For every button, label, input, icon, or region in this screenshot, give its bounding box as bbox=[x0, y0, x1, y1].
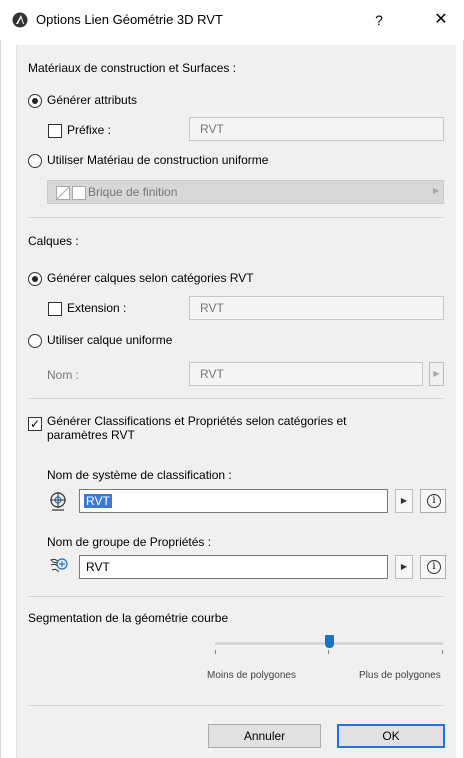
section-divider bbox=[28, 596, 444, 597]
info-icon: i bbox=[427, 494, 441, 508]
chevron-right-icon: ▶ bbox=[433, 186, 440, 195]
max-polygons-label: Plus de polygones bbox=[359, 670, 441, 681]
section-divider bbox=[28, 398, 444, 399]
property-group-menu-button[interactable]: ▶ bbox=[395, 555, 413, 579]
generate-layers-label: Générer calques selon catégories RVT bbox=[47, 271, 254, 285]
close-button[interactable]: ✕ bbox=[430, 8, 452, 32]
classification-icon bbox=[50, 492, 66, 511]
generate-classifications-checkbox[interactable]: ✓ bbox=[28, 417, 42, 431]
property-group-info-button[interactable]: i bbox=[420, 555, 446, 579]
prefix-field[interactable]: RVT bbox=[189, 117, 444, 141]
materials-heading: Matériaux de construction et Surfaces : bbox=[28, 61, 237, 75]
property-group-field[interactable]: RVT bbox=[79, 555, 388, 579]
min-polygons-label: Moins de polygones bbox=[207, 670, 296, 681]
classification-info-button[interactable]: i bbox=[420, 489, 446, 513]
layers-heading: Calques : bbox=[28, 234, 79, 248]
generate-attributes-radio[interactable] bbox=[28, 94, 42, 108]
title-bar: Options Lien Géométrie 3D RVT ? ✕ bbox=[0, 0, 464, 40]
extension-checkbox[interactable] bbox=[48, 302, 62, 316]
classification-system-field[interactable]: RVT bbox=[79, 489, 388, 513]
cancel-button[interactable]: Annuler bbox=[208, 724, 321, 748]
slider-tick bbox=[215, 650, 216, 654]
classification-system-value: RVT bbox=[84, 494, 112, 508]
slider-tick bbox=[328, 650, 329, 654]
material-name: Brique de finition bbox=[88, 185, 178, 199]
archicad-logo-icon bbox=[12, 12, 28, 28]
uniform-material-radio[interactable] bbox=[28, 154, 42, 168]
window-border bbox=[0, 40, 1, 758]
help-button[interactable]: ? bbox=[368, 8, 390, 32]
layer-name-label: Nom : bbox=[47, 368, 80, 382]
window-title: Options Lien Géométrie 3D RVT bbox=[36, 12, 223, 27]
classification-system-label: Nom de système de classification : bbox=[47, 468, 232, 482]
property-group-icon bbox=[50, 558, 68, 573]
layer-picker-button[interactable]: ▶ bbox=[429, 362, 444, 386]
generate-layers-radio[interactable] bbox=[28, 272, 42, 286]
uniform-material-label: Utiliser Matériau de construction unifor… bbox=[47, 153, 269, 167]
material-selector[interactable]: Brique de finition ▶ bbox=[47, 180, 444, 204]
material-swatch-icon bbox=[56, 186, 86, 200]
extension-label: Extension : bbox=[67, 301, 127, 315]
section-divider bbox=[28, 705, 444, 706]
property-group-label: Nom de groupe de Propriétés : bbox=[47, 535, 212, 549]
uniform-layer-label: Utiliser calque uniforme bbox=[47, 333, 173, 347]
classification-system-menu-button[interactable]: ▶ bbox=[395, 489, 413, 513]
dialog-panel bbox=[16, 45, 456, 758]
extension-field[interactable]: RVT bbox=[189, 296, 444, 320]
uniform-layer-radio[interactable] bbox=[28, 334, 42, 348]
layer-name-field[interactable]: RVT bbox=[189, 362, 423, 386]
prefix-checkbox[interactable] bbox=[48, 124, 62, 138]
segmentation-heading: Segmentation de la géométrie courbe bbox=[28, 611, 229, 625]
section-divider bbox=[28, 217, 444, 218]
slider-tick bbox=[442, 650, 443, 654]
info-icon: i bbox=[427, 560, 441, 574]
generate-classifications-label-line2: paramètres RVT bbox=[47, 428, 135, 442]
ok-button[interactable]: OK bbox=[337, 724, 445, 748]
generate-attributes-label: Générer attributs bbox=[47, 93, 138, 107]
prefix-label: Préfixe : bbox=[67, 123, 112, 137]
generate-classifications-label-line1: Générer Classifications et Propriétés se… bbox=[47, 414, 347, 428]
segmentation-slider-thumb[interactable] bbox=[324, 635, 334, 648]
